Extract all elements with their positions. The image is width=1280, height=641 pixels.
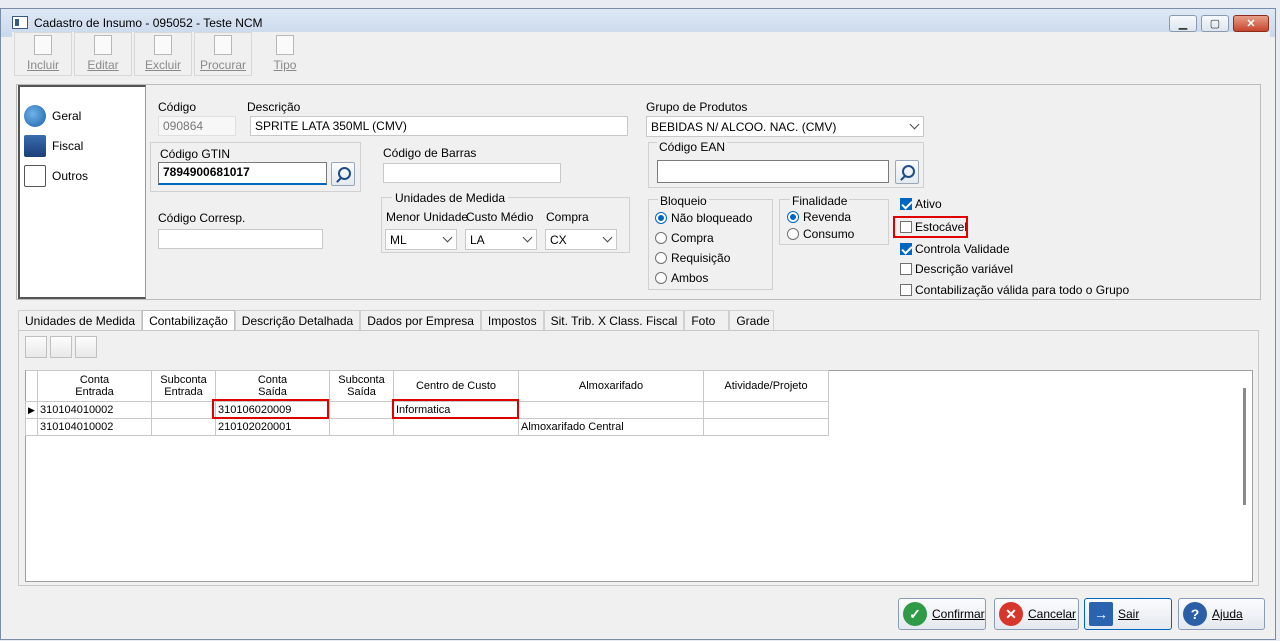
corresp-input[interactable] xyxy=(158,229,323,249)
bloqueio-title: Bloqueio xyxy=(658,194,709,208)
document-icon xyxy=(24,165,46,187)
chevron-down-icon xyxy=(522,232,533,243)
compra-select[interactable]: CX xyxy=(545,229,617,250)
codigo-field: 090864 xyxy=(158,116,236,136)
tab-unidades[interactable]: Unidades de Medida xyxy=(18,310,143,330)
tipo-button[interactable]: Tipo xyxy=(256,32,314,76)
col-almoxarifado[interactable]: Almoxarifado xyxy=(518,370,704,402)
ean-input[interactable] xyxy=(657,160,889,183)
confirmar-button[interactable]: ✓ Confirmar xyxy=(898,598,986,630)
maximize-icon[interactable]: ▢ xyxy=(1201,15,1229,32)
tab-grade[interactable]: Grade xyxy=(729,310,775,330)
tab-dados-empresa[interactable]: Dados por Empresa xyxy=(360,310,481,330)
app-icon xyxy=(12,16,28,29)
corresp-label: Código Corresp. xyxy=(158,211,246,225)
radio-nao-bloqueado[interactable]: Não bloqueado xyxy=(655,211,752,225)
menor-label: Menor Unidade xyxy=(386,210,469,224)
unidades-title: Unidades de Medida xyxy=(392,191,509,205)
grid-scrollbar[interactable] xyxy=(1243,388,1246,505)
window-title: Cadastro de Insumo - 095052 - Teste NCM xyxy=(34,16,263,30)
compra-label: Compra xyxy=(546,210,589,224)
table-icon xyxy=(276,35,294,55)
tab-bar: Unidades de Medida Contabilização Descri… xyxy=(18,310,775,330)
editar-button[interactable]: Editar xyxy=(74,32,132,76)
radio-compra[interactable]: Compra xyxy=(655,231,714,245)
centro-custo-highlight xyxy=(392,399,519,419)
delete-row-icon[interactable] xyxy=(75,336,97,358)
nav-item-geral[interactable]: Geral xyxy=(24,105,81,127)
add-document-icon xyxy=(34,35,52,55)
toolbar: Incluir Editar Excluir Procurar Tipo xyxy=(12,32,1270,76)
gtin-label: Código GTIN xyxy=(160,147,231,161)
ativo-checkbox[interactable]: Ativo xyxy=(900,197,942,211)
search-document-icon xyxy=(214,35,232,55)
descricao-variavel-checkbox[interactable]: Descrição variável xyxy=(900,262,1013,276)
tab-descricao-detalhada[interactable]: Descrição Detalhada xyxy=(234,310,361,330)
grupo-label: Grupo de Produtos xyxy=(646,100,748,114)
nav-item-outros[interactable]: Outros xyxy=(24,165,88,187)
incluir-button[interactable]: Incluir xyxy=(14,32,72,76)
add-row-icon[interactable] xyxy=(25,336,47,358)
table-row[interactable]: 310104010002 210102020001 Almoxarifado C… xyxy=(25,418,829,436)
delete-document-icon xyxy=(154,35,172,55)
search-icon[interactable] xyxy=(331,162,355,186)
cancelar-button[interactable]: ✕ Cancelar xyxy=(994,598,1079,630)
nav-item-fiscal[interactable]: Fiscal xyxy=(24,135,83,157)
custo-select[interactable]: LA xyxy=(465,229,537,250)
procurar-button[interactable]: Procurar xyxy=(194,32,252,76)
codigo-label: Código xyxy=(158,100,197,114)
descricao-field[interactable]: SPRITE LATA 350ML (CMV) xyxy=(250,116,628,136)
radio-consumo[interactable]: Consumo xyxy=(787,227,854,241)
col-centro-custo[interactable]: Centro de Custo xyxy=(393,370,519,402)
tab-impostos[interactable]: Impostos xyxy=(480,310,544,330)
bank-icon xyxy=(24,135,46,157)
tab-sit-trib[interactable]: Sit. Trib. X Class. Fiscal xyxy=(543,310,685,330)
close-icon[interactable]: ✕ xyxy=(1233,15,1269,32)
chevron-down-icon xyxy=(602,232,613,243)
chevron-down-icon xyxy=(909,119,920,130)
finalidade-title: Finalidade xyxy=(790,194,850,208)
barras-input[interactable] xyxy=(383,163,561,183)
globe-icon xyxy=(24,105,46,127)
radio-ambos[interactable]: Ambos xyxy=(655,271,708,285)
col-subconta-entrada[interactable]: Subconta Entrada xyxy=(151,370,216,402)
help-icon: ? xyxy=(1183,602,1207,626)
descricao-label: Descrição xyxy=(247,100,301,114)
left-nav: Geral Fiscal Outros xyxy=(18,85,146,299)
ajuda-button[interactable]: ? Ajuda xyxy=(1178,598,1265,630)
conta-saida-highlight xyxy=(212,399,329,419)
edit-document-icon xyxy=(94,35,112,55)
tab-contabilizacao[interactable]: Contabilização xyxy=(142,310,235,330)
grupo-select[interactable]: BEBIDAS N/ ALCOO. NAC. (CMV) xyxy=(646,116,924,137)
col-subconta-saida[interactable]: Subconta Saída xyxy=(329,370,394,402)
radio-requisicao[interactable]: Requisição xyxy=(655,251,730,265)
gtin-input[interactable]: 7894900681017 xyxy=(158,162,327,185)
ean-label: Código EAN xyxy=(657,140,728,154)
minimize-icon[interactable]: ▁ xyxy=(1169,15,1197,32)
edit-row-icon[interactable] xyxy=(50,336,72,358)
cancel-icon: ✕ xyxy=(999,602,1023,626)
contabilizacao-grupo-checkbox[interactable]: Contabilização válida para todo o Grupo xyxy=(900,283,1129,297)
exit-icon: → xyxy=(1089,602,1113,626)
barras-label: Código de Barras xyxy=(383,146,477,160)
tab-foto[interactable]: Foto xyxy=(684,310,730,330)
table-header: Conta Entrada Subconta Entrada Conta Saída … xyxy=(25,370,829,402)
col-atividade[interactable]: Atividade/Projeto xyxy=(703,370,829,402)
menor-select[interactable]: ML xyxy=(385,229,457,250)
controla-validade-checkbox[interactable]: Controla Validade xyxy=(900,242,1010,256)
excluir-button[interactable]: Excluir xyxy=(134,32,192,76)
radio-revenda[interactable]: Revenda xyxy=(787,210,851,224)
check-icon: ✓ xyxy=(903,602,927,626)
estocavel-highlight xyxy=(893,216,968,238)
sair-button[interactable]: → Sair xyxy=(1084,598,1172,630)
custo-label: Custo Médio xyxy=(466,210,534,224)
chevron-down-icon xyxy=(442,232,453,243)
search-icon[interactable] xyxy=(895,160,919,184)
col-conta-saida[interactable]: Conta Saída xyxy=(215,370,330,402)
row-indicator-icon: ▶ xyxy=(25,401,38,419)
col-conta-entrada[interactable]: Conta Entrada xyxy=(37,370,152,402)
